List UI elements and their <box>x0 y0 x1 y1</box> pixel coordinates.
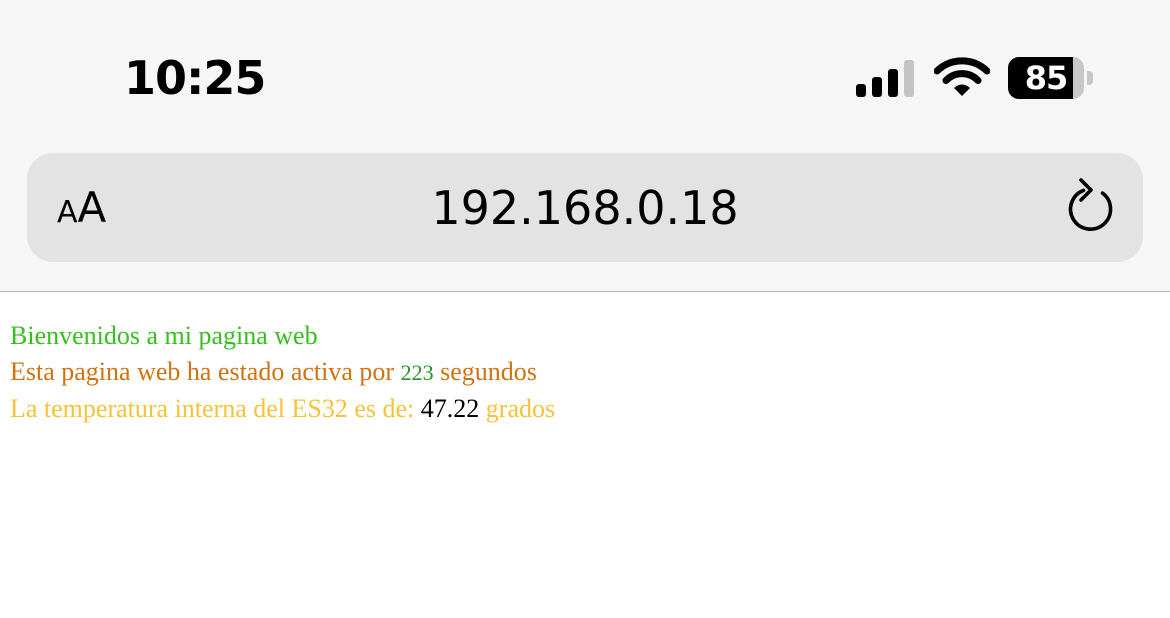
status-time: 10:25 <box>124 51 266 105</box>
address-bar[interactable]: AA 192.168.0.18 <box>27 153 1143 262</box>
uptime-prefix: Esta pagina web ha estado activa por <box>10 357 395 386</box>
uptime-line: Esta pagina web ha estado activa por 223… <box>10 354 555 391</box>
temperature-line: La temperatura interna del ES32 es de: 4… <box>10 391 555 427</box>
temperature-suffix: grados <box>485 394 556 423</box>
page-content: Bienvenidos a mi pagina web Esta pagina … <box>10 318 555 427</box>
reload-icon[interactable] <box>1061 175 1121 239</box>
welcome-line: Bienvenidos a mi pagina web <box>10 318 555 354</box>
browser-chrome: 10:25 85 AA 192.168.0.18 <box>0 0 1170 291</box>
chrome-divider <box>0 291 1170 292</box>
uptime-seconds-value: 223 <box>400 360 434 385</box>
wifi-icon <box>934 57 990 96</box>
temperature-value: 47.22 <box>420 394 480 423</box>
welcome-text: Bienvenidos a mi pagina web <box>10 321 318 350</box>
cellular-signal-icon <box>856 59 914 97</box>
battery-icon: 85 <box>1008 57 1094 99</box>
uptime-suffix: segundos <box>440 357 537 386</box>
url-text[interactable]: 192.168.0.18 <box>27 178 1143 238</box>
temperature-prefix: La temperatura interna del ES32 es de: <box>10 394 415 423</box>
battery-level: 85 <box>1024 59 1069 97</box>
